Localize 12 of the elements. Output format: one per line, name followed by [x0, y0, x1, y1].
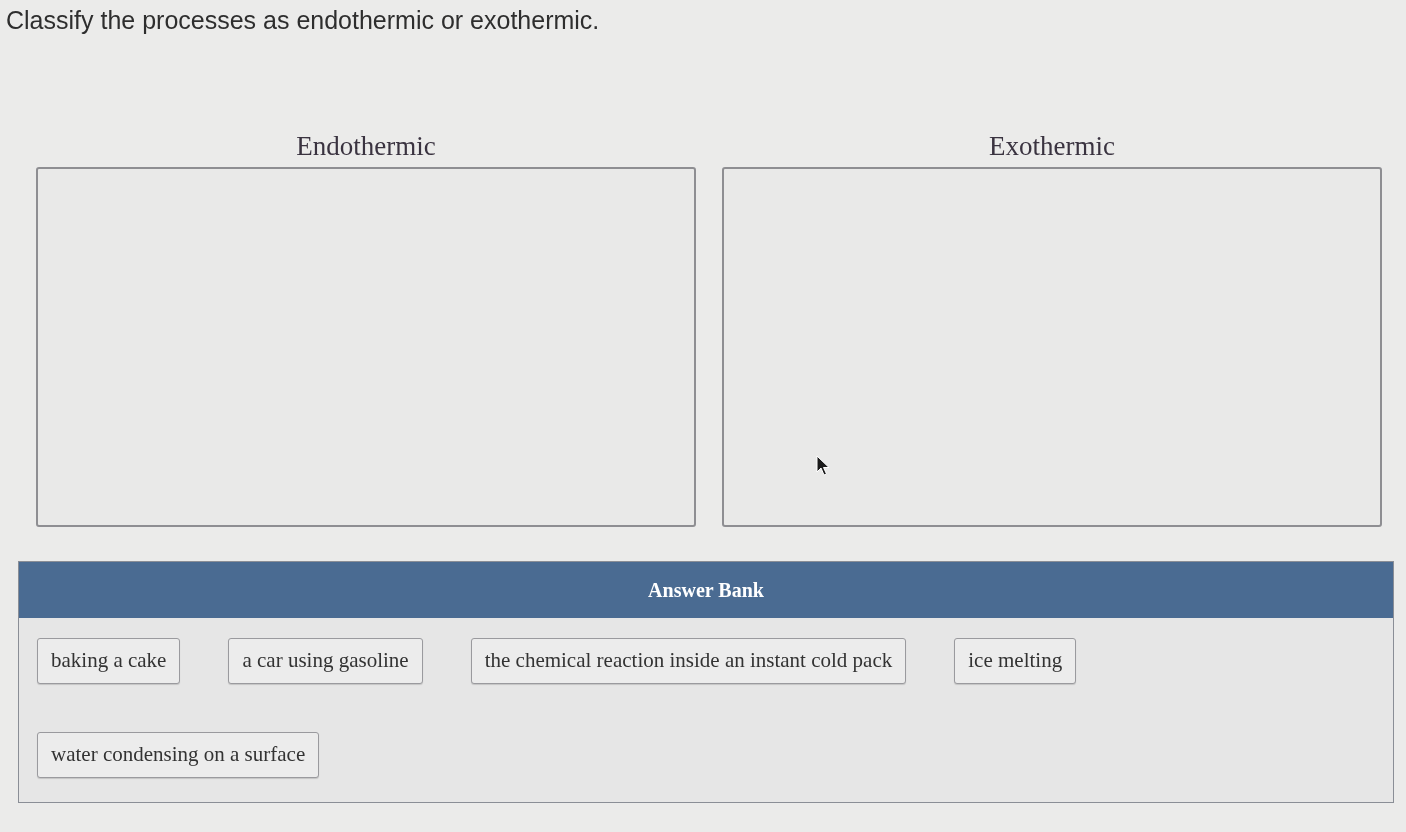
drop-zone[interactable] [36, 167, 696, 527]
category-label: Endothermic [296, 130, 436, 163]
answer-tile[interactable]: ice melting [954, 638, 1077, 684]
answer-tile[interactable]: a car using gasoline [228, 638, 423, 684]
cursor-icon [816, 455, 830, 477]
category-label: Exothermic [989, 130, 1115, 163]
drop-zone[interactable] [722, 167, 1382, 527]
question-prompt: Classify the processes as endothermic or exothermic. [6, 5, 600, 36]
answer-bank-title: Answer Bank [648, 578, 764, 603]
answer-tile[interactable]: baking a cake [37, 638, 181, 684]
answer-tile[interactable]: water condensing on a surface [37, 732, 320, 778]
answer-tile[interactable]: the chemical reaction inside an instant cold pack [470, 638, 907, 684]
